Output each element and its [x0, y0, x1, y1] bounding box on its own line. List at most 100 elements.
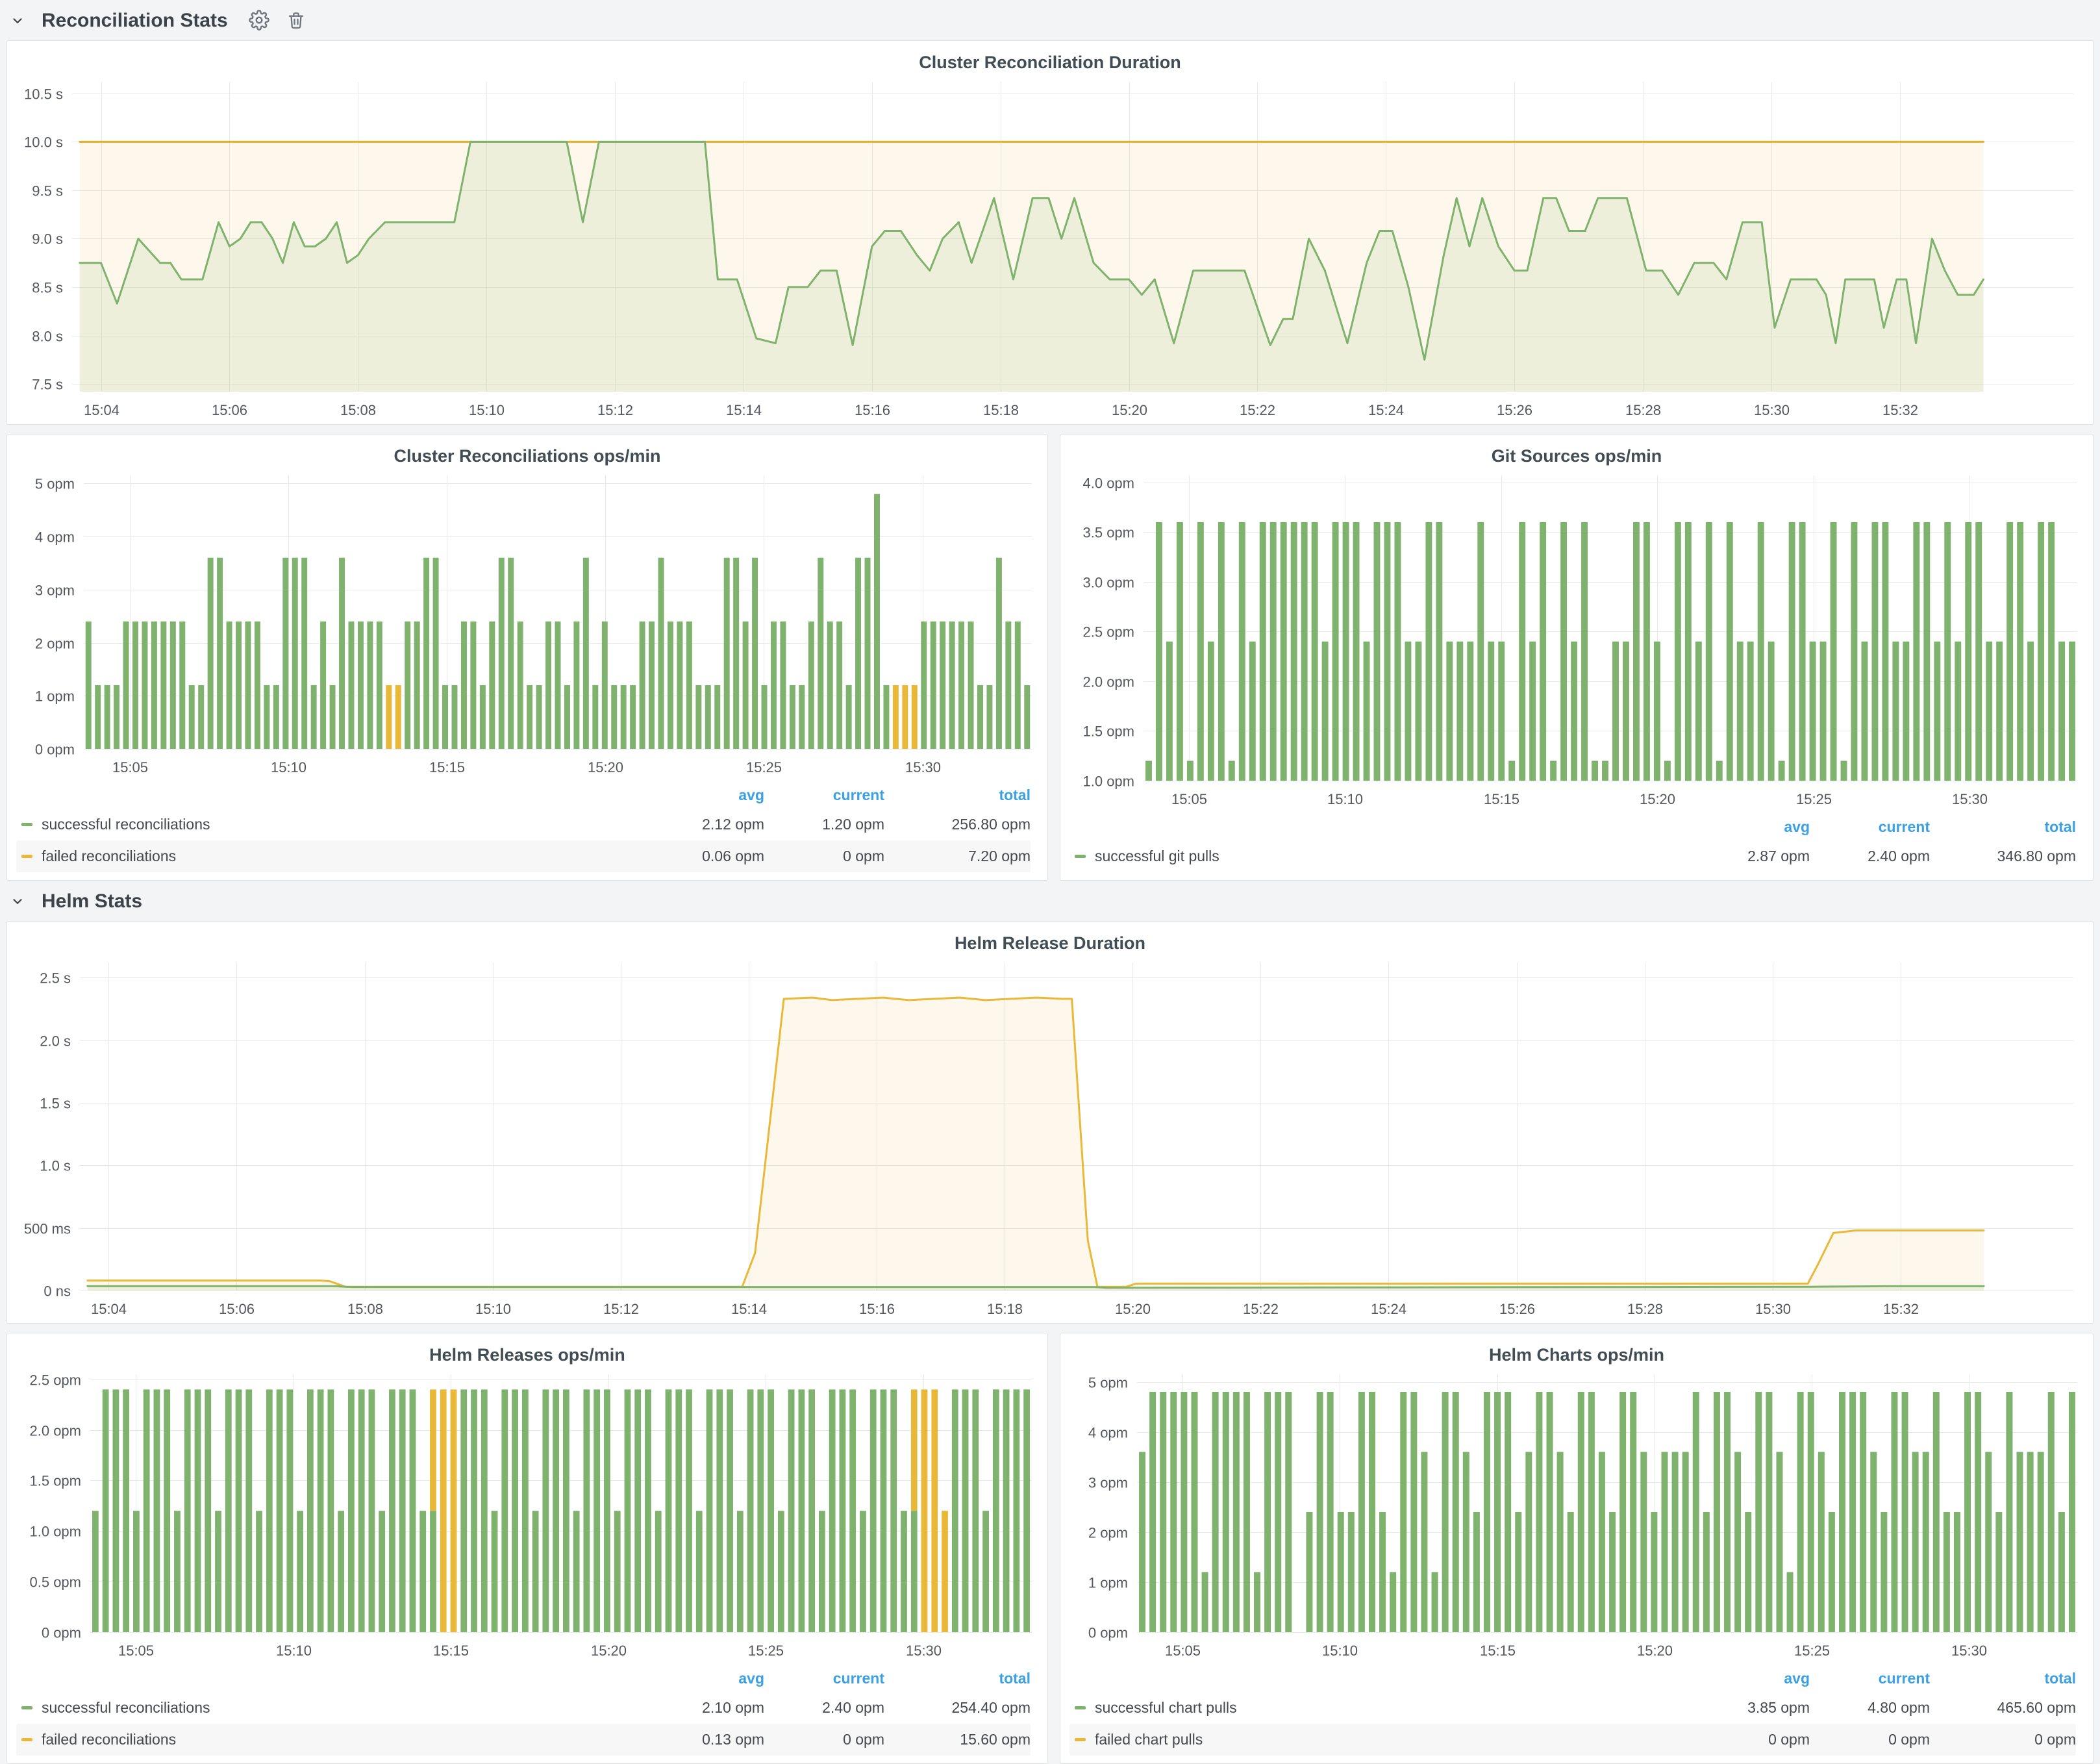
cluster-reconciliations-opm-chart[interactable]: 15:0515:1015:1515:2015:2515:300 opm1 opm… [7, 469, 1047, 781]
series-swatch [1075, 1738, 1086, 1741]
svg-text:15:28: 15:28 [1627, 1301, 1663, 1317]
helm-releases-opm-chart[interactable]: 15:0515:1015:1515:2015:2515:300 opm0.5 o… [7, 1368, 1047, 1665]
panel-title[interactable]: Helm Releases ops/min [7, 1333, 1047, 1368]
series-total: 256.80 opm [884, 816, 1031, 833]
svg-text:15:26: 15:26 [1499, 1301, 1535, 1317]
svg-text:2 opm: 2 opm [35, 636, 75, 652]
legend-header-current[interactable]: current [764, 787, 884, 804]
svg-text:15:24: 15:24 [1368, 402, 1404, 418]
series-swatch [21, 1738, 32, 1741]
svg-text:15:05: 15:05 [118, 1643, 154, 1659]
series-avg: 3.85 opm [1690, 1699, 1810, 1717]
svg-text:15:24: 15:24 [1371, 1301, 1406, 1317]
series-swatch [21, 1706, 32, 1709]
series-avg: 0.06 opm [644, 848, 764, 865]
svg-text:15:06: 15:06 [212, 402, 247, 418]
legend-row: failed chart pulls 0 opm 0 opm 0 opm [1069, 1724, 2076, 1756]
legend-row: successful reconciliations 2.10 opm 2.40… [16, 1692, 1031, 1724]
legend-header-avg[interactable]: avg [644, 787, 764, 804]
series-current: 0 opm [764, 1731, 884, 1748]
svg-text:15:08: 15:08 [347, 1301, 383, 1317]
panel-title[interactable]: Helm Charts ops/min [1060, 1333, 2093, 1368]
svg-text:15:25: 15:25 [1796, 791, 1832, 807]
series-avg: 2.10 opm [644, 1699, 764, 1717]
svg-text:15:10: 15:10 [276, 1643, 312, 1659]
helm-charts-opm-chart[interactable]: 15:0515:1015:1515:2015:2515:300 opm1 opm… [1060, 1368, 2093, 1665]
svg-text:15:30: 15:30 [1951, 1643, 1987, 1659]
panel-cluster-reconciliations-opm: Cluster Reconciliations ops/min 15:05 15:… [6, 434, 1048, 881]
legend-header-total[interactable]: total [1930, 818, 2076, 836]
series-label[interactable]: failed reconciliations [42, 1731, 176, 1748]
svg-text:15:20: 15:20 [1115, 1301, 1151, 1317]
svg-text:15:15: 15:15 [1480, 1643, 1516, 1659]
svg-text:15:05: 15:05 [112, 759, 148, 775]
legend-header-total[interactable]: total [884, 787, 1031, 804]
svg-text:15:20: 15:20 [1112, 402, 1147, 418]
series-label[interactable]: successful chart pulls [1095, 1699, 1237, 1717]
legend-header-avg[interactable]: avg [644, 1670, 764, 1687]
panel-title[interactable]: Git Sources ops/min [1060, 435, 2093, 469]
svg-text:15:20: 15:20 [1640, 791, 1675, 807]
legend-header-current[interactable]: current [764, 1670, 884, 1687]
svg-text:15:10: 15:10 [1322, 1643, 1358, 1659]
legend-header-current[interactable]: current [1810, 818, 1930, 836]
panel-title[interactable]: Cluster Reconciliations ops/min [7, 435, 1047, 469]
svg-text:2.0 opm: 2.0 opm [1083, 674, 1135, 690]
legend-header-avg[interactable]: avg [1690, 818, 1810, 836]
svg-text:1.5 s: 1.5 s [40, 1096, 71, 1112]
svg-text:15:16: 15:16 [855, 402, 890, 418]
legend-header-total[interactable]: total [884, 1670, 1031, 1687]
series-label[interactable]: failed reconciliations [42, 848, 176, 865]
svg-text:2.0 s: 2.0 s [40, 1033, 71, 1050]
series-swatch [1075, 855, 1086, 858]
chart-svg: 15:0515:1015:1515:2015:2515:300 opm1 opm… [7, 469, 1047, 781]
svg-text:15:05: 15:05 [1165, 1643, 1201, 1659]
series-total: 254.40 opm [884, 1699, 1031, 1717]
legend: avg current total successful reconciliat… [7, 1665, 1047, 1763]
svg-text:15:25: 15:25 [746, 759, 782, 775]
helm-release-duration-chart[interactable]: 15:0415:0615:0815:1015:1215:1415:1615:18… [7, 956, 2093, 1323]
svg-text:15:32: 15:32 [1882, 402, 1918, 418]
trash-button[interactable] [286, 10, 306, 32]
series-label[interactable]: successful reconciliations [42, 816, 210, 833]
panel-helm-releases-opm: Helm Releases ops/min 15:0515:1015:1515:… [6, 1333, 1048, 1764]
panel-title[interactable]: Cluster Reconciliation Duration [7, 41, 2093, 75]
cluster-reconciliation-duration-chart[interactable]: 15:0415:0615:0815:1015:1215:1415:1615:18… [7, 75, 2093, 424]
git-sources-opm-chart[interactable]: 15:0515:1015:1515:2015:2515:301.0 opm1.5… [1060, 469, 2093, 813]
panel-title[interactable]: Helm Release Duration [7, 922, 2093, 956]
series-label[interactable]: successful reconciliations [42, 1699, 210, 1717]
legend-row: successful chart pulls 3.85 opm 4.80 opm… [1069, 1692, 2076, 1724]
svg-text:15:22: 15:22 [1240, 402, 1275, 418]
svg-text:15:10: 15:10 [475, 1301, 511, 1317]
legend-header-avg[interactable]: avg [1690, 1670, 1810, 1687]
svg-text:15:30: 15:30 [1754, 402, 1790, 418]
svg-text:15:22: 15:22 [1243, 1301, 1279, 1317]
series-label[interactable]: failed chart pulls [1095, 1731, 1203, 1748]
series-label[interactable]: successful git pulls [1095, 848, 1219, 865]
gear-button[interactable] [249, 10, 269, 32]
legend-row: failed reconciliations 0.06 opm 0 opm 7.… [16, 840, 1031, 872]
section-header-helm-stats[interactable]: Helm Stats [0, 881, 2100, 921]
svg-text:1.5 opm: 1.5 opm [1083, 724, 1135, 740]
chart-svg: 15:0515:1015:1515:2015:2515:301.0 opm1.5… [1060, 469, 2093, 813]
legend-header-total[interactable]: total [1930, 1670, 2076, 1687]
series-total: 15.60 opm [884, 1731, 1031, 1748]
svg-text:15:20: 15:20 [1637, 1643, 1673, 1659]
svg-text:0.5 opm: 0.5 opm [30, 1574, 82, 1591]
svg-text:0 ns: 0 ns [44, 1283, 71, 1300]
svg-text:15:15: 15:15 [1484, 791, 1519, 807]
svg-text:15:06: 15:06 [219, 1301, 255, 1317]
series-current: 1.20 opm [764, 816, 884, 833]
chart-svg: 15:0415:0615:0815:1015:1215:1415:1615:18… [7, 75, 2093, 424]
svg-text:1.0 opm: 1.0 opm [30, 1524, 82, 1540]
section-header-reconciliation-stats[interactable]: Reconciliation Stats [0, 0, 2100, 40]
svg-text:8.5 s: 8.5 s [32, 280, 63, 296]
svg-text:15:30: 15:30 [906, 1643, 942, 1659]
svg-text:0 opm: 0 opm [42, 1625, 81, 1641]
legend-header-current[interactable]: current [1810, 1670, 1930, 1687]
svg-text:10.0 s: 10.0 s [24, 134, 63, 151]
chart-svg: 15:0515:1015:1515:2015:2515:300 opm0.5 o… [7, 1368, 1047, 1665]
svg-text:15:20: 15:20 [588, 759, 623, 775]
svg-text:5 opm: 5 opm [1088, 1375, 1128, 1391]
series-total: 346.80 opm [1930, 848, 2076, 865]
